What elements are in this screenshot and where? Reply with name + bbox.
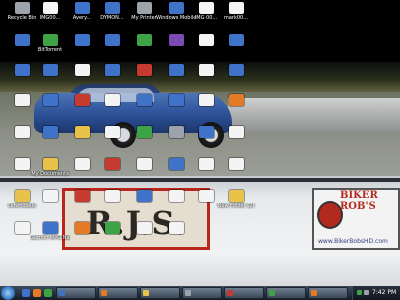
app-icon <box>104 158 120 170</box>
app-icon <box>168 126 184 138</box>
app-icon <box>198 126 214 138</box>
document-icon <box>198 158 214 170</box>
taskbar-button[interactable] <box>224 287 264 299</box>
app-icon <box>74 94 90 106</box>
document-icon <box>168 222 184 234</box>
app-icon <box>104 2 120 14</box>
desktop-icon-label: mark00... <box>223 15 249 21</box>
app-icon <box>14 34 30 46</box>
app-icon <box>104 64 120 76</box>
taskbar-app-icon <box>101 290 107 296</box>
taskbar: 7:42 PM <box>0 286 400 300</box>
folder-icon <box>228 190 244 202</box>
app-icon <box>168 34 184 46</box>
desktop-icon[interactable] <box>216 64 256 90</box>
desktop-icon[interactable] <box>216 34 256 60</box>
document-icon <box>14 94 30 106</box>
app-icon <box>14 64 30 76</box>
taskbar-app-icon <box>59 290 65 296</box>
taskbar-button[interactable] <box>266 287 306 299</box>
folder-icon <box>74 126 90 138</box>
document-icon <box>74 64 90 76</box>
quick-launch-icon[interactable] <box>44 289 52 297</box>
document-icon <box>14 158 30 170</box>
desktop-icon-label: New Folder (2) <box>217 203 255 209</box>
document-icon <box>228 158 244 170</box>
document-icon <box>42 2 58 14</box>
document-icon <box>104 190 120 202</box>
document-icon <box>228 2 244 14</box>
document-icon <box>104 94 120 106</box>
app-icon <box>104 222 120 234</box>
desktop: R.J.S. BIKER ROB'S www.BikerBobsHD.com R… <box>0 0 400 286</box>
document-icon <box>74 158 90 170</box>
app-icon <box>104 34 120 46</box>
taskbar-app-icon <box>311 290 317 296</box>
app-icon <box>168 158 184 170</box>
sponsor-url: www.BikerBobsHD.com <box>318 238 388 245</box>
app-icon <box>136 94 152 106</box>
folder-icon <box>14 190 30 202</box>
document-icon <box>136 222 152 234</box>
document-icon <box>198 34 214 46</box>
document-icon <box>198 190 214 202</box>
document-icon <box>198 94 214 106</box>
desktop-icon[interactable] <box>216 158 256 184</box>
desktop-icon[interactable]: mark00... <box>216 2 256 28</box>
document-icon <box>14 222 30 234</box>
volume-icon[interactable] <box>364 290 369 295</box>
app-icon <box>168 94 184 106</box>
app-icon <box>42 64 58 76</box>
desktop-icon[interactable] <box>216 94 256 120</box>
app-icon <box>136 64 152 76</box>
document-icon <box>136 158 152 170</box>
document-icon <box>198 64 214 76</box>
app-icon <box>136 190 152 202</box>
image-icon <box>198 2 214 14</box>
clock[interactable]: 7:42 PM <box>372 286 396 300</box>
app-icon <box>74 190 90 202</box>
taskbar-button[interactable] <box>140 287 180 299</box>
app-icon <box>42 222 58 234</box>
app-icon <box>228 34 244 46</box>
app-icon <box>74 2 90 14</box>
app-icon <box>74 222 90 234</box>
tray-icon[interactable] <box>357 290 362 295</box>
app-icon <box>42 94 58 106</box>
taskbar-app-icon <box>269 290 275 296</box>
desktop-icon[interactable]: New Folder (2) <box>216 190 256 216</box>
recycle-bin-icon <box>14 2 30 14</box>
app-icon <box>42 126 58 138</box>
document-icon <box>228 126 244 138</box>
app-icon <box>136 126 152 138</box>
app-icon <box>74 34 90 46</box>
taskbar-button[interactable] <box>56 287 96 299</box>
app-icon <box>136 34 152 46</box>
document-icon <box>104 126 120 138</box>
taskbar-app-icon <box>143 290 149 296</box>
app-icon <box>168 2 184 14</box>
desktop-icon[interactable] <box>216 126 256 152</box>
printer-icon <box>136 2 152 14</box>
document-icon <box>42 190 58 202</box>
app-icon <box>228 64 244 76</box>
start-button[interactable] <box>1 286 15 300</box>
desktop-icon[interactable] <box>156 222 196 248</box>
app-icon <box>42 34 58 46</box>
document-icon <box>168 190 184 202</box>
taskbar-app-icon <box>185 290 191 296</box>
quick-launch-icon[interactable] <box>22 289 30 297</box>
app-icon <box>168 64 184 76</box>
taskbar-app-icon <box>227 290 233 296</box>
quick-launch-icon[interactable] <box>33 289 41 297</box>
taskbar-button[interactable] <box>182 287 222 299</box>
taskbar-button[interactable] <box>98 287 138 299</box>
taskbar-button[interactable] <box>308 287 348 299</box>
app-icon <box>228 94 244 106</box>
document-icon <box>14 126 30 138</box>
sponsor-title: BIKER ROB'S <box>340 190 378 212</box>
folder-icon <box>42 158 58 170</box>
